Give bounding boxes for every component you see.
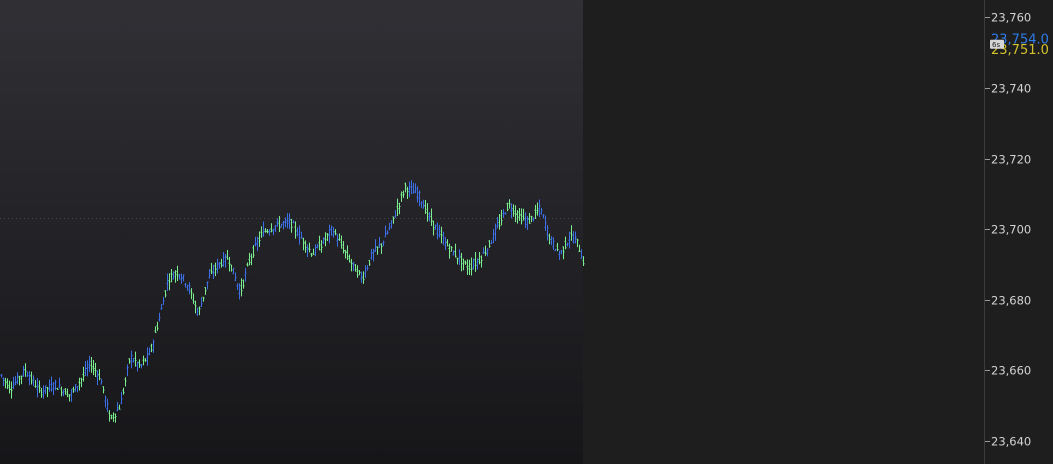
- y-tick-label: 23,720: [991, 153, 1031, 167]
- y-tick-label: 23,660: [991, 364, 1031, 378]
- price-chart[interactable]: 23,760 23,740 23,720 23,700 23,680 23,660 23,6…: [0, 0, 1053, 464]
- timer-badge-text: 6s: [992, 41, 1000, 49]
- y-tick-label: 23,760: [991, 11, 1031, 25]
- candle-timer-badge: 6s: [990, 39, 1004, 49]
- y-tick-label: 23,700: [991, 223, 1031, 237]
- plot-area-future: [583, 0, 984, 464]
- y-tick-label: 23,680: [991, 294, 1031, 308]
- y-tick-label: 23,640: [991, 435, 1031, 449]
- price-tags: 23,754.023,751.06s: [990, 32, 1049, 58]
- price-axis[interactable]: 23,760 23,740 23,720 23,700 23,680 23,660 23,6…: [985, 11, 1031, 449]
- y-tick-label: 23,740: [991, 82, 1031, 96]
- chart-canvas[interactable]: 23,760 23,740 23,720 23,700 23,680 23,660 23,6…: [0, 0, 1053, 464]
